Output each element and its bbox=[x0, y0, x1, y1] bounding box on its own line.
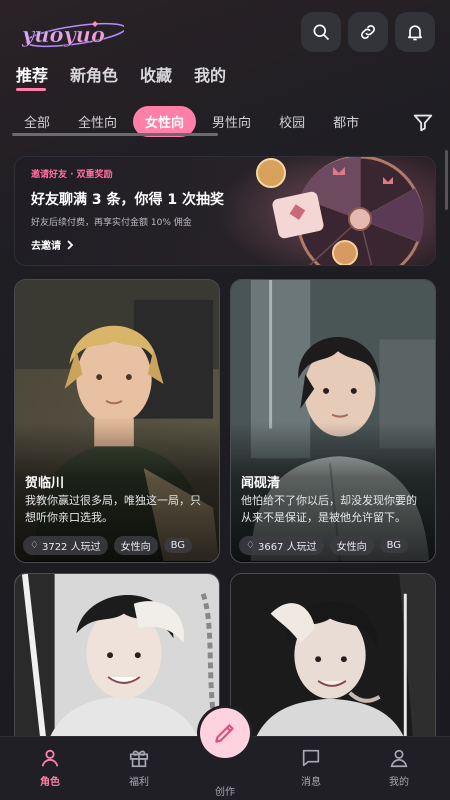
chat-bubble-icon bbox=[302, 749, 320, 767]
link-button[interactable] bbox=[348, 12, 388, 52]
plays-badge: ♢ 3722 人玩过 bbox=[23, 536, 108, 555]
plays-count: 3667 人玩过 bbox=[257, 542, 317, 553]
filter-all-orientation[interactable]: 全性向 bbox=[66, 106, 129, 137]
page-scrollbar[interactable] bbox=[445, 150, 448, 210]
filter-male-oriented[interactable]: 男性向 bbox=[200, 106, 263, 137]
filter-icon[interactable] bbox=[412, 111, 434, 133]
active-tab-indicator bbox=[16, 88, 46, 91]
main-tabs: 推荐 新角色 收藏 我的 bbox=[16, 62, 226, 86]
plays-badge: ♢ 3667 人玩过 bbox=[239, 536, 324, 555]
character-card[interactable] bbox=[230, 573, 436, 753]
type-tag: BG bbox=[379, 538, 409, 553]
nav-create-label: 创作 bbox=[215, 787, 235, 798]
tab-new-characters[interactable]: 新角色 bbox=[70, 62, 118, 86]
character-card[interactable]: 贺临川 我教你赢过很多局，唯独这一局，只想听你亲口选我。 ♢ 3722 人玩过 女… bbox=[14, 279, 220, 563]
chevron-right-icon bbox=[67, 239, 74, 250]
invite-banner[interactable]: 邀请好友 · 双重奖励 好友聊满 3 条，你得 1 次抽奖 好友后续付费，再享实… bbox=[14, 156, 436, 266]
search-button[interactable] bbox=[301, 12, 341, 52]
tab-recommend[interactable]: 推荐 bbox=[16, 62, 48, 86]
tab-favorites[interactable]: 收藏 bbox=[140, 62, 172, 86]
notification-button[interactable] bbox=[395, 12, 435, 52]
character-portrait bbox=[231, 574, 435, 752]
tab-mine[interactable]: 我的 bbox=[194, 62, 226, 86]
character-card[interactable]: 闻砚清 他怕给不了你以后，却没发现你要的从来不是保证，是被他允许留下。 ♢ 366… bbox=[230, 279, 436, 563]
lottery-wheel-illustration bbox=[215, 157, 435, 265]
banner-subtitle: 好友后续付费，再享实付金额 10% 佣金 bbox=[31, 218, 192, 228]
diamond-icon: ♢ bbox=[246, 540, 255, 551]
nav-profile[interactable]: 我的 bbox=[369, 747, 429, 788]
yuoyuo-logo: yuoyuo bbox=[21, 21, 124, 47]
card-meta: ♢ 3667 人玩过 女性向 BG bbox=[239, 536, 427, 555]
nav-characters-label: 角色 bbox=[40, 777, 60, 788]
card-meta: ♢ 3722 人玩过 女性向 BG bbox=[23, 536, 211, 555]
character-name: 贺临川 bbox=[25, 476, 65, 491]
invite-link[interactable]: 去邀请 bbox=[31, 237, 75, 252]
banner-title: 好友聊满 3 条，你得 1 次抽奖 bbox=[31, 192, 224, 208]
filter-all[interactable]: 全部 bbox=[12, 106, 62, 137]
invite-link-label: 去邀请 bbox=[31, 241, 61, 252]
character-name: 闻砚清 bbox=[241, 476, 281, 491]
person-icon bbox=[41, 749, 59, 767]
nav-messages-label: 消息 bbox=[301, 777, 321, 788]
filter-urban[interactable]: 都市 bbox=[321, 106, 371, 137]
pencil-icon bbox=[215, 724, 234, 743]
profile-icon bbox=[390, 749, 408, 768]
search-icon bbox=[313, 24, 330, 41]
create-button[interactable] bbox=[200, 708, 250, 758]
app-screen: yuoyuo 推荐 新角色 收藏 我的 全部 全性向 女性向 男性向 校园 都市… bbox=[0, 0, 450, 800]
orientation-tag: 女性向 bbox=[329, 536, 374, 555]
bell-icon bbox=[407, 25, 423, 41]
character-portrait bbox=[15, 574, 219, 752]
nav-benefits[interactable]: 福利 bbox=[109, 747, 169, 788]
diamond-icon: ♢ bbox=[30, 540, 39, 551]
type-tag: BG bbox=[163, 538, 193, 553]
character-description: 我教你赢过很多局，唯独这一局，只想听你亲口选我。 bbox=[25, 494, 201, 524]
gift-icon bbox=[129, 750, 149, 768]
nav-messages[interactable]: 消息 bbox=[281, 747, 341, 788]
filter-female-oriented[interactable]: 女性向 bbox=[133, 105, 197, 137]
orientation-tag: 女性向 bbox=[113, 536, 158, 555]
filter-campus[interactable]: 校园 bbox=[267, 106, 317, 137]
nav-characters[interactable]: 角色 bbox=[20, 747, 80, 788]
character-card[interactable] bbox=[14, 573, 220, 753]
nav-profile-label: 我的 bbox=[389, 777, 409, 788]
plays-count: 3722 人玩过 bbox=[41, 542, 101, 553]
svg-text:yuoyuo: yuoyuo bbox=[21, 22, 105, 47]
filter-scrollbar[interactable] bbox=[12, 133, 218, 136]
character-description: 他怕给不了你以后，却没发现你要的从来不是保证，是被他允许留下。 bbox=[241, 494, 417, 524]
nav-benefits-label: 福利 bbox=[129, 777, 149, 788]
banner-tag: 邀请好友 · 双重奖励 bbox=[31, 170, 113, 180]
link-icon bbox=[361, 25, 375, 39]
